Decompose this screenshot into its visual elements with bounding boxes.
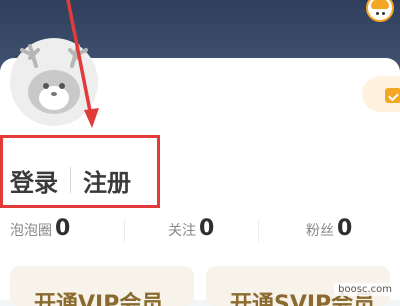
annotation-arrow (66, 0, 99, 128)
stats-row: 泡泡圈 0 关注 0 粉丝 0 (0, 218, 400, 248)
vip-promo-text: 开通VIP会员 (34, 292, 164, 306)
stat-following[interactable]: 关注 0 (168, 218, 214, 240)
stat-divider (124, 220, 125, 242)
stat-value: 0 (199, 216, 215, 241)
stat-label: 关注 (168, 223, 196, 239)
stat-label: 泡泡圈 (10, 223, 52, 239)
watermark: boosc.com (334, 283, 396, 296)
stat-value: 0 (55, 216, 71, 241)
vip-promo-card[interactable]: 开通VIP会员 (10, 266, 194, 306)
stat-bubble-circle[interactable]: 泡泡圈 0 (10, 218, 70, 240)
stat-label: 粉丝 (306, 223, 334, 239)
stat-value: 0 (337, 216, 353, 241)
stat-divider (258, 220, 259, 242)
stat-followers[interactable]: 粉丝 0 (306, 218, 352, 240)
